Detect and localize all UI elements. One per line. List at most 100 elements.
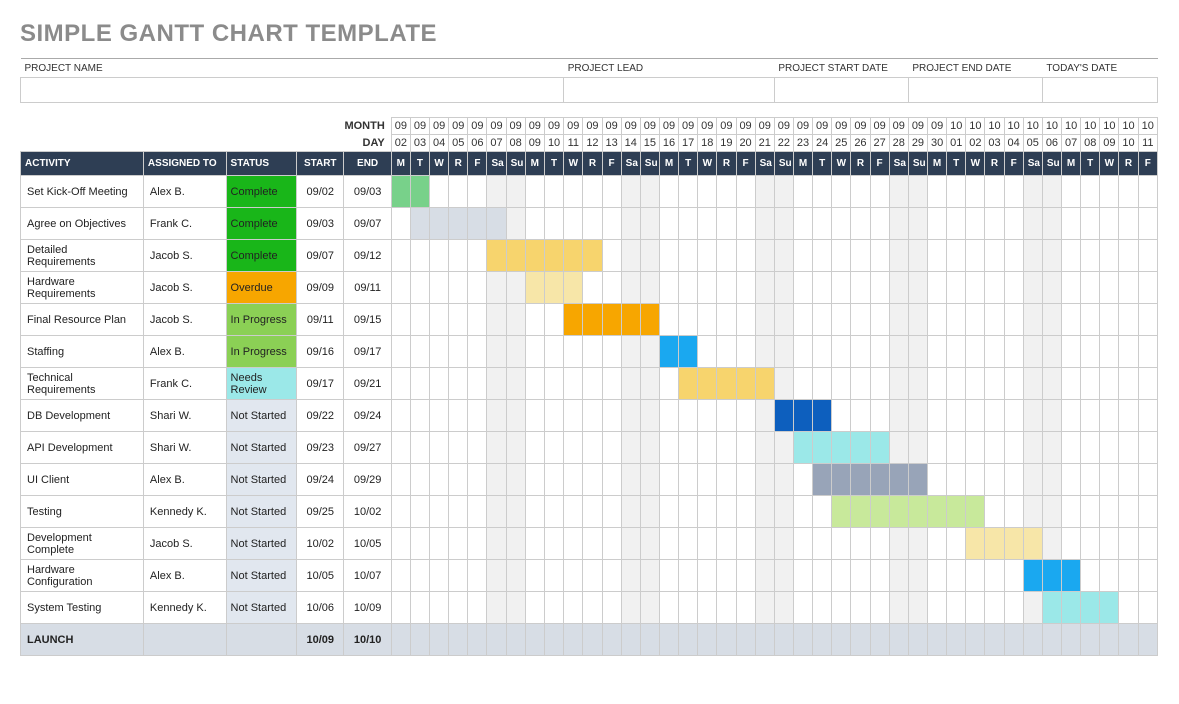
start-date-field[interactable] <box>774 78 908 103</box>
task-row[interactable]: Set Kick-Off MeetingAlex B.Complete09/02… <box>21 176 1158 208</box>
task-start: 09/24 <box>297 464 344 496</box>
gantt-cell <box>832 560 851 592</box>
header-dow: T <box>1081 152 1100 176</box>
header-dow: F <box>468 152 487 176</box>
task-row[interactable]: API DevelopmentShari W.Not Started09/230… <box>21 432 1158 464</box>
gantt-cell <box>851 176 870 208</box>
task-row[interactable]: Agree on ObjectivesFrank C.Complete09/03… <box>21 208 1158 240</box>
task-status[interactable]: Not Started <box>226 400 297 432</box>
gantt-cell <box>698 272 717 304</box>
gantt-cell <box>928 208 947 240</box>
day-cell: 09 <box>1100 135 1119 152</box>
gantt-cell <box>468 592 487 624</box>
project-lead-field[interactable] <box>564 78 775 103</box>
end-date-field[interactable] <box>908 78 1042 103</box>
task-status[interactable]: Complete <box>226 240 297 272</box>
gantt-cell <box>602 272 621 304</box>
todays-date-field[interactable] <box>1042 78 1157 103</box>
gantt-cell <box>793 240 812 272</box>
gantt-cell <box>928 624 947 656</box>
gantt-cell <box>908 560 927 592</box>
task-end: 10/02 <box>344 496 391 528</box>
task-status[interactable]: Not Started <box>226 560 297 592</box>
task-row[interactable]: StaffingAlex B.In Progress09/1609/17 <box>21 336 1158 368</box>
header-dow: R <box>583 152 602 176</box>
gantt-cell <box>391 272 410 304</box>
gantt-cell <box>947 208 966 240</box>
gantt-cell <box>851 368 870 400</box>
task-status[interactable]: Complete <box>226 208 297 240</box>
gantt-cell <box>1023 176 1042 208</box>
gantt-cell <box>1004 336 1023 368</box>
gantt-cell <box>621 400 640 432</box>
gantt-cell <box>851 464 870 496</box>
gantt-cell <box>928 528 947 560</box>
gantt-cell <box>755 272 774 304</box>
day-cell: 01 <box>947 135 966 152</box>
gantt-cell <box>985 240 1004 272</box>
task-row[interactable]: System TestingKennedy K.Not Started10/06… <box>21 592 1158 624</box>
gantt-cell <box>717 368 736 400</box>
task-start: 10/05 <box>297 560 344 592</box>
gantt-cell <box>1119 464 1138 496</box>
project-name-field[interactable] <box>21 78 564 103</box>
gantt-cell <box>889 176 908 208</box>
task-status[interactable]: Not Started <box>226 432 297 464</box>
task-status[interactable]: Complete <box>226 176 297 208</box>
task-status[interactable]: Not Started <box>226 464 297 496</box>
gantt-cell <box>832 592 851 624</box>
gantt-cell <box>985 304 1004 336</box>
task-row[interactable]: Hardware RequirementsJacob S.Overdue09/0… <box>21 272 1158 304</box>
gantt-cell <box>640 432 659 464</box>
task-row[interactable]: Detailed RequirementsJacob S.Complete09/… <box>21 240 1158 272</box>
task-row[interactable]: Final Resource PlanJacob S.In Progress09… <box>21 304 1158 336</box>
gantt-cell <box>1081 240 1100 272</box>
gantt-cell <box>602 304 621 336</box>
task-assigned: Frank C. <box>143 368 226 400</box>
gantt-cell <box>410 496 429 528</box>
task-status[interactable]: Not Started <box>226 528 297 560</box>
task-row[interactable]: TestingKennedy K.Not Started09/2510/02 <box>21 496 1158 528</box>
gantt-cell <box>928 240 947 272</box>
gantt-cell <box>602 464 621 496</box>
task-row[interactable]: Technical RequirementsFrank C.Needs Revi… <box>21 368 1158 400</box>
task-row[interactable]: UI ClientAlex B.Not Started09/2409/29 <box>21 464 1158 496</box>
gantt-cell <box>698 368 717 400</box>
task-status[interactable]: Needs Review <box>226 368 297 400</box>
gantt-cell <box>659 592 678 624</box>
gantt-cell <box>1062 272 1081 304</box>
task-row[interactable]: DB DevelopmentShari W.Not Started09/2209… <box>21 400 1158 432</box>
task-row[interactable]: Hardware ConfigurationAlex B.Not Started… <box>21 560 1158 592</box>
task-status[interactable]: In Progress <box>226 304 297 336</box>
gantt-cell <box>698 528 717 560</box>
task-status[interactable]: Not Started <box>226 496 297 528</box>
gantt-cell <box>564 528 583 560</box>
gantt-cell <box>1138 496 1157 528</box>
gantt-cell <box>832 240 851 272</box>
gantt-cell <box>947 176 966 208</box>
gantt-cell <box>1023 240 1042 272</box>
header-dow: F <box>1004 152 1023 176</box>
task-name: Technical Requirements <box>21 368 144 400</box>
task-status[interactable] <box>226 624 297 656</box>
gantt-cell <box>870 624 889 656</box>
gantt-cell <box>659 368 678 400</box>
header-dow: W <box>832 152 851 176</box>
task-start: 10/02 <box>297 528 344 560</box>
gantt-cell <box>449 496 468 528</box>
month-cell: 10 <box>947 118 966 135</box>
gantt-cell <box>1004 304 1023 336</box>
gantt-cell <box>640 592 659 624</box>
gantt-cell <box>564 464 583 496</box>
gantt-cell <box>1119 496 1138 528</box>
task-status[interactable]: Overdue <box>226 272 297 304</box>
task-status[interactable]: Not Started <box>226 592 297 624</box>
gantt-cell <box>640 464 659 496</box>
gantt-cell <box>755 592 774 624</box>
gantt-cell <box>410 368 429 400</box>
task-row[interactable]: LAUNCH10/0910/10 <box>21 624 1158 656</box>
gantt-cell <box>602 432 621 464</box>
gantt-cell <box>889 272 908 304</box>
task-row[interactable]: Development CompleteJacob S.Not Started1… <box>21 528 1158 560</box>
task-status[interactable]: In Progress <box>226 336 297 368</box>
